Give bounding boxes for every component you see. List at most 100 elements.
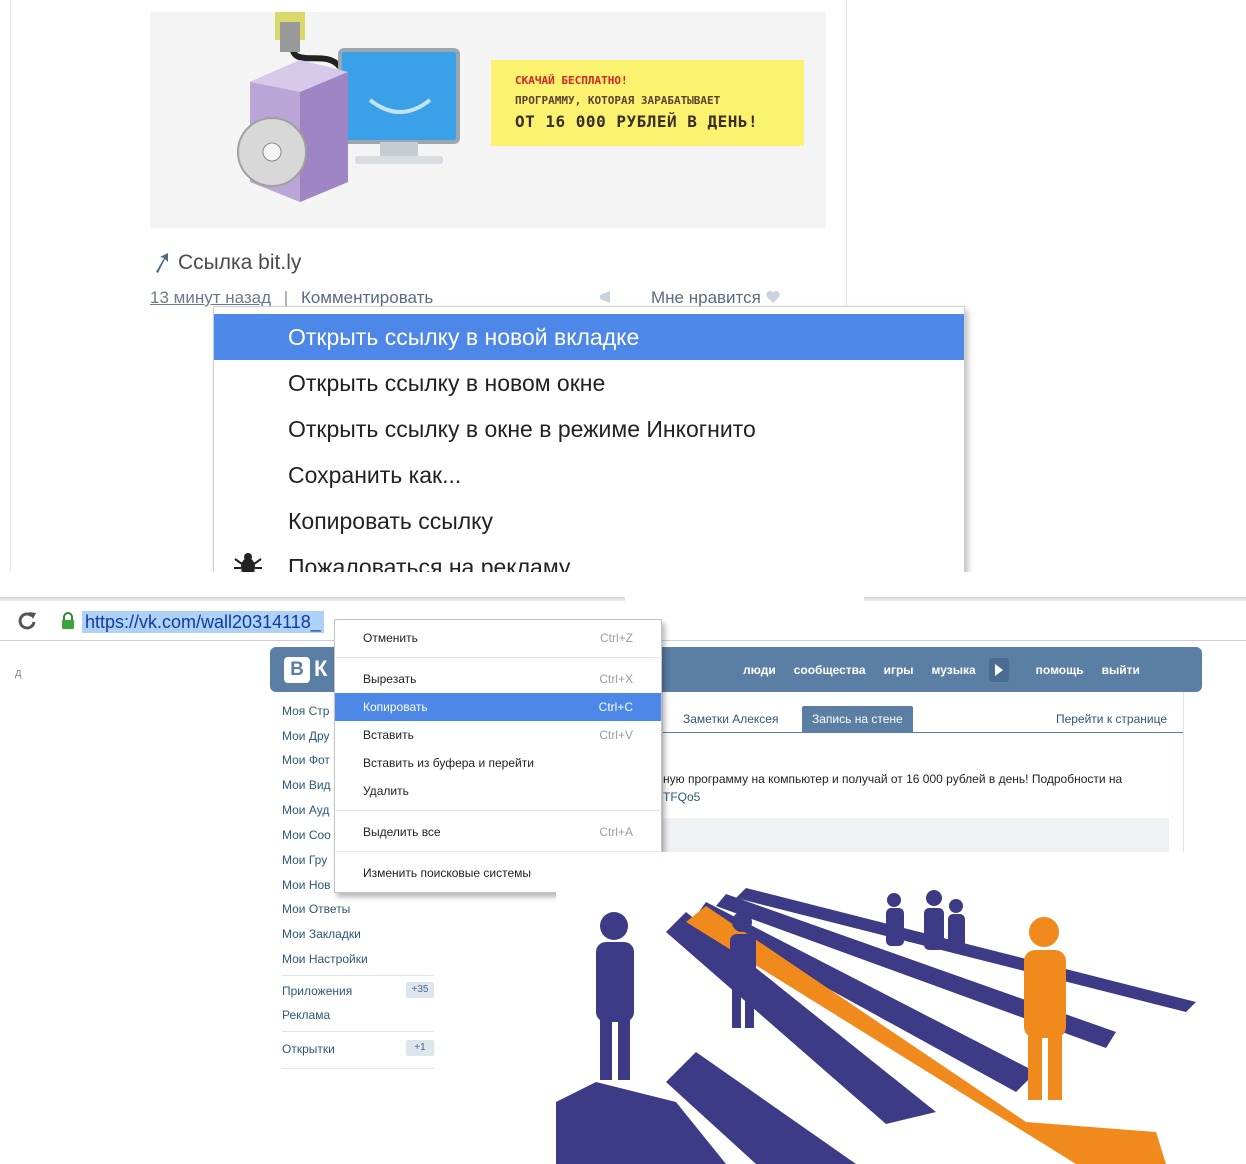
reload-icon[interactable]: [17, 610, 37, 630]
cards-count-badge: +1: [406, 1040, 434, 1056]
menu-item-label: Выделить все: [363, 825, 441, 839]
tab-wall-post[interactable]: Запись на стене: [802, 706, 913, 732]
megaphone-icon: [600, 291, 610, 303]
people-arrows-illustration: [556, 852, 1246, 1164]
nav-communities[interactable]: сообщества: [785, 663, 875, 677]
vk-logo-text: К: [314, 656, 328, 681]
sidebar-item-ads[interactable]: Реклама: [282, 1008, 330, 1022]
nav-games[interactable]: игры: [875, 663, 923, 677]
address-bar-url[interactable]: https://vk.com/wall20314118_: [82, 611, 324, 633]
lock-icon: [62, 612, 74, 629]
ad-banner[interactable]: СКАЧАЙ БЕСПЛАТНО! ПРОГРАММУ, КОТОРАЯ ЗАР…: [491, 60, 804, 146]
menu-item-select-all[interactable]: Выделить все Ctrl+A: [335, 818, 661, 846]
triangle-right-icon: [994, 663, 1003, 676]
post-meta: 13 минут назад | Комментировать: [150, 288, 433, 308]
apps-count-badge: +35: [406, 982, 434, 998]
sidebar-item-photos[interactable]: Мои Фот: [282, 753, 330, 767]
menu-item-open-new-window[interactable]: Открыть ссылку в новом окне: [214, 360, 964, 406]
divider: [282, 975, 434, 976]
nav-people[interactable]: люди: [734, 663, 785, 677]
menu-item-delete[interactable]: Удалить: [335, 777, 661, 805]
menu-item-undo[interactable]: Отменить Ctrl+Z: [335, 624, 661, 652]
sidebar-item-my-page[interactable]: Моя Стр: [282, 704, 329, 718]
link-context-menu: Открыть ссылку в новой вкладке Открыть с…: [213, 306, 965, 572]
menu-item-open-incognito[interactable]: Открыть ссылку в окне в режиме Инкогнито: [214, 406, 964, 452]
menu-item-copy-link[interactable]: Копировать ссылку: [214, 498, 964, 544]
menu-item-label: Изменить поисковые системы: [363, 866, 532, 880]
nav-music[interactable]: музыка: [923, 663, 985, 677]
menu-item-label: Удалить: [363, 784, 409, 798]
bottom-panel: https://vk.com/wall20314118_ д В К люди …: [0, 580, 1246, 1164]
top-panel: СКАЧАЙ БЕСПЛАТНО! ПРОГРАММУ, КОТОРАЯ ЗАР…: [0, 0, 1246, 572]
play-icon[interactable]: [988, 657, 1009, 682]
menu-item-label: Отменить: [363, 631, 418, 645]
sidebar-item-news[interactable]: Мои Нов: [282, 878, 331, 892]
menu-item-label: Открыть ссылку в новом окне: [288, 370, 606, 396]
menu-item-label: Копировать ссылку: [288, 508, 494, 534]
like-button[interactable]: Мне нравится: [651, 288, 781, 308]
shortcut-label: Ctrl+V: [599, 728, 633, 742]
browser-toolbar-edge: [864, 597, 1246, 601]
menu-item-report-ad[interactable]: Пожаловаться на рекламу: [214, 544, 964, 572]
post-time-link[interactable]: 13 минут назад: [150, 288, 271, 307]
post-text: ную программу на компьютер и получай от …: [663, 772, 1123, 786]
screenshot-collage: СКАЧАЙ БЕСПЛАТНО! ПРОГРАММУ, КОТОРАЯ ЗАР…: [0, 0, 1246, 1164]
menu-item-open-new-tab[interactable]: Открыть ссылку в новой вкладке: [214, 314, 964, 360]
software-box-monitor-icon: [237, 12, 460, 202]
divider: [663, 732, 1183, 733]
shortcut-label: Ctrl+C: [598, 700, 633, 714]
meta-separator: |: [283, 288, 289, 307]
link-label: Ссылка bit.ly: [178, 251, 302, 274]
menu-item-save-as[interactable]: Сохранить как...: [214, 452, 964, 498]
side-label: д: [15, 667, 22, 679]
shortcut-label: Ctrl+A: [599, 825, 633, 839]
divider: [282, 1068, 434, 1069]
ad-headline: СКАЧАЙ БЕСПЛАТНО!: [515, 74, 628, 87]
sidebar-item-friends[interactable]: Мои Дру: [282, 729, 330, 743]
sidebar-item-groups[interactable]: Мои Гру: [282, 853, 327, 867]
ad-subline: ПРОГРАММУ, КОТОРАЯ ЗАРАБАТЫВАЕТ: [515, 94, 721, 107]
menu-item-cut[interactable]: Вырезать Ctrl+X: [335, 665, 661, 693]
menu-separator: [336, 810, 662, 811]
menu-separator: [336, 657, 662, 658]
divider: [282, 1031, 434, 1032]
ad-offer: ОТ 16 000 РУБЛЕЙ В ДЕНЬ!: [515, 112, 759, 131]
vk-logo[interactable]: В: [284, 657, 310, 683]
link-arrow-icon: [156, 253, 168, 273]
menu-item-label: Вставить из буфера и перейти: [363, 756, 534, 770]
sidebar-item-messages[interactable]: Мои Соо: [282, 828, 331, 842]
ad-link[interactable]: Ссылка bit.ly: [152, 250, 301, 276]
post-link[interactable]: TFQo5: [663, 790, 700, 804]
shortcut-label: Ctrl+Z: [600, 631, 633, 645]
bug-icon: [234, 553, 262, 572]
sidebar-item-bookmarks[interactable]: Мои Закладки: [282, 927, 361, 941]
shortcut-label: Ctrl+X: [599, 672, 633, 686]
sidebar-item-apps[interactable]: Приложения: [282, 984, 352, 998]
divider: [846, 0, 847, 310]
menu-item-label: Сохранить как...: [288, 462, 462, 488]
sidebar-item-answers[interactable]: Мои Ответы: [282, 902, 350, 916]
menu-item-label: Вставить: [363, 728, 414, 742]
menu-item-paste-and-go[interactable]: Вставить из буфера и перейти: [335, 749, 661, 777]
menu-item-label: Открыть ссылку в окне в режиме Инкогнито: [288, 416, 756, 442]
heart-icon: [766, 291, 780, 303]
sidebar-item-videos[interactable]: Мои Вид: [282, 778, 331, 792]
sidebar-item-settings[interactable]: Мои Настройки: [282, 952, 368, 966]
tab-notes[interactable]: Заметки Алексея: [673, 706, 788, 732]
go-to-page-link[interactable]: Перейти к странице: [1056, 712, 1167, 726]
nav-logout[interactable]: выйти: [1093, 663, 1149, 677]
comment-link[interactable]: Комментировать: [301, 288, 433, 307]
like-label: Мне нравится: [651, 288, 761, 307]
vk-nav: люди сообщества игры музыка помощь выйти: [734, 647, 1149, 692]
ad-image[interactable]: СКАЧАЙ БЕСПЛАТНО! ПРОГРАММУ, КОТОРАЯ ЗАР…: [150, 12, 826, 228]
browser-toolbar-edge: [0, 597, 625, 601]
nav-help[interactable]: помощь: [1027, 663, 1093, 677]
menu-item-label: Открыть ссылку в новой вкладке: [288, 324, 640, 350]
menu-item-paste[interactable]: Вставить Ctrl+V: [335, 721, 661, 749]
menu-item-copy[interactable]: Копировать Ctrl+C: [335, 693, 661, 721]
divider: [10, 0, 11, 572]
menu-item-label: Вырезать: [363, 672, 417, 686]
sidebar-item-cards[interactable]: Открытки: [282, 1042, 335, 1056]
sidebar-item-audio[interactable]: Мои Ауд: [282, 803, 329, 817]
menu-item-label: Пожаловаться на рекламу: [288, 554, 571, 572]
